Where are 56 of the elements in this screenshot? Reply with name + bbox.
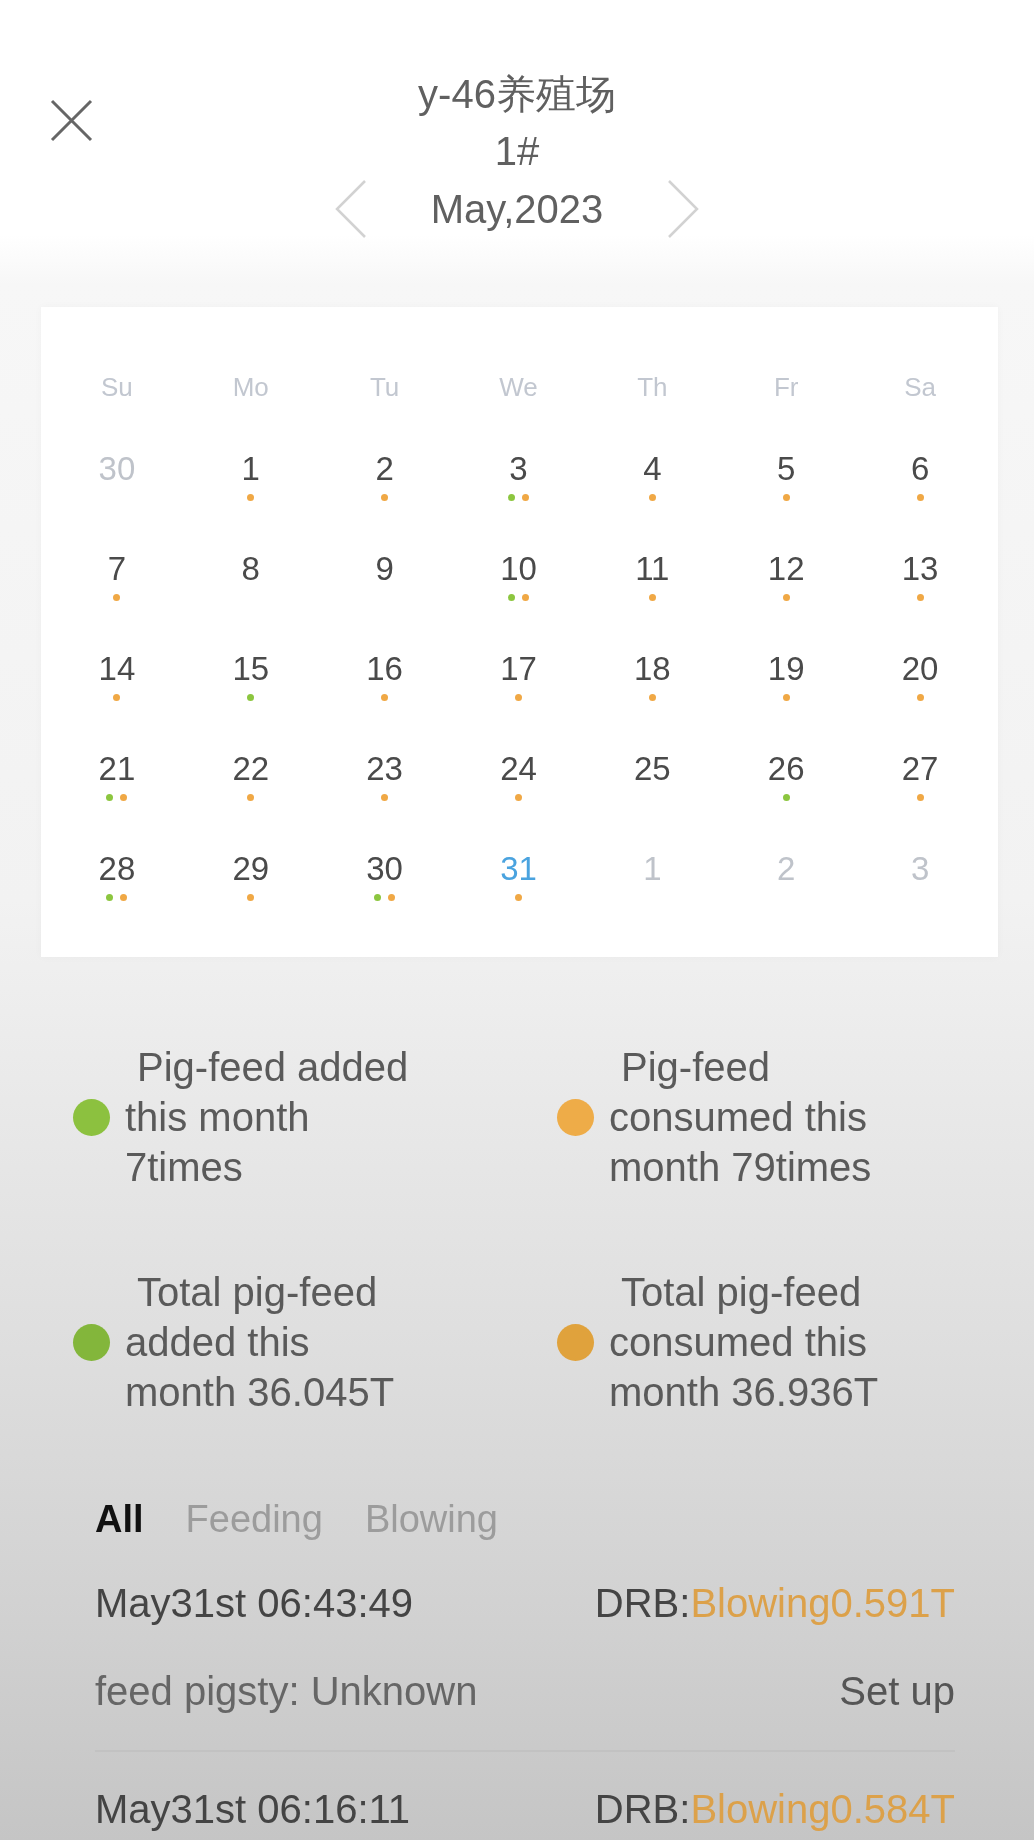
day-number[interactable]: 6 <box>910 449 930 489</box>
day-number[interactable]: 11 <box>635 549 670 589</box>
day-number[interactable]: 1 <box>241 449 260 489</box>
legend-text: Total pig-feed added this month 36.045T <box>125 1269 396 1416</box>
day-number[interactable]: 3 <box>509 449 528 489</box>
day-number[interactable]: 17 <box>500 649 537 689</box>
weekday-label: We <box>499 371 538 404</box>
day-number[interactable]: 27 <box>901 749 939 789</box>
day-number[interactable]: 7 <box>107 549 127 589</box>
barn-number: 1# <box>494 128 540 175</box>
day-number[interactable]: 8 <box>241 549 260 589</box>
legend-text: Pig-feed consumed this month 79times <box>609 1044 873 1191</box>
day-number[interactable]: 24 <box>500 749 537 789</box>
weekday-label: Fr <box>773 371 799 404</box>
day-number[interactable]: 16 <box>366 649 403 689</box>
chevron-left-icon[interactable] <box>334 180 367 238</box>
amount-text: Blowing0.591T <box>690 1581 955 1625</box>
farm-title: y-46养殖场 <box>418 71 616 118</box>
weekday-label: Su <box>101 371 133 404</box>
pigsty-text: feed pigsty: Unknown <box>95 1668 478 1715</box>
day-number[interactable]: 10 <box>500 549 537 589</box>
weekday-label: Tu <box>369 371 400 404</box>
day-number[interactable]: 29 <box>232 849 270 889</box>
device-label: DRB: <box>594 1581 691 1625</box>
day-number[interactable]: 2 <box>375 449 394 489</box>
day-number[interactable]: 5 <box>777 449 796 489</box>
weekday-label: Sa <box>904 371 936 404</box>
set-up-button[interactable]: Set up <box>839 1666 955 1716</box>
legend-text: Pig-feed added this month 7times <box>125 1044 410 1191</box>
record-time: May31st 06:43:49 <box>95 1580 413 1627</box>
month-label: May,2023 <box>430 186 604 233</box>
amount-text: Blowing0.584T <box>690 1787 955 1831</box>
day-number[interactable]: 25 <box>634 749 671 789</box>
weekday-label: Mo <box>232 371 269 404</box>
close-icon[interactable] <box>50 99 93 142</box>
day-number[interactable]: 15 <box>232 649 270 689</box>
day-number[interactable]: 22 <box>232 749 270 789</box>
day-number[interactable]: 21 <box>98 749 136 789</box>
day-number[interactable]: 13 <box>901 549 939 589</box>
filter-tab[interactable]: All <box>95 1494 144 1544</box>
record-time: May31st 06:16:11 <box>95 1786 411 1833</box>
legend-text: Total pig-feed consumed this month 36.936T <box>609 1269 880 1416</box>
day-number[interactable]: 23 <box>366 749 403 789</box>
weekday-label: Th <box>637 371 668 404</box>
day-number[interactable]: 30 <box>366 849 403 889</box>
day-number[interactable]: 4 <box>643 449 662 489</box>
day-number[interactable]: 12 <box>767 549 805 589</box>
day-number[interactable]: 26 <box>767 749 805 789</box>
day-number[interactable]: 14 <box>98 649 136 689</box>
day-number[interactable]: 28 <box>98 849 136 889</box>
day-number[interactable]: 20 <box>901 649 939 689</box>
day-number[interactable]: 19 <box>767 649 805 689</box>
device-label: DRB: <box>594 1787 691 1831</box>
chevron-right-icon[interactable] <box>667 180 700 238</box>
day-number[interactable]: 9 <box>375 549 394 589</box>
day-number[interactable]: 18 <box>634 649 671 689</box>
